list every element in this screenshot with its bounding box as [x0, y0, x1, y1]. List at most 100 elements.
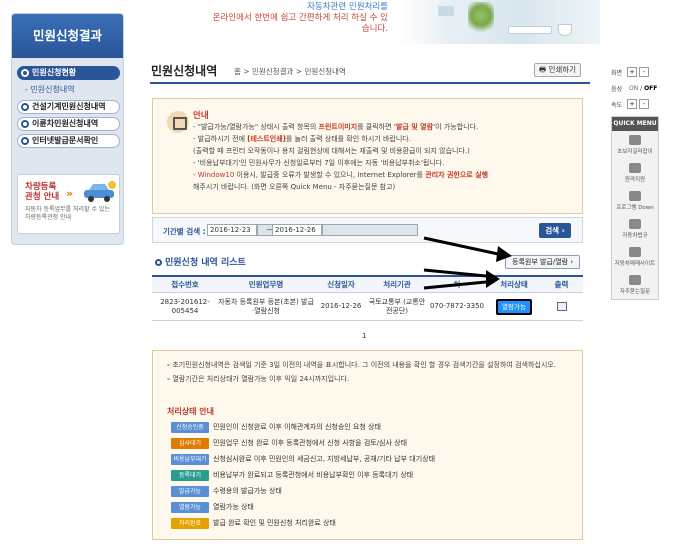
notice-text: 를 클릭하면 [357, 123, 394, 131]
guide-icon [629, 135, 641, 145]
speed-control: 속도 + - [611, 96, 661, 112]
sidebar-item-internet-document-check[interactable]: 인터넷발급문서확인 [17, 134, 120, 148]
sidebar-subitem-application-list[interactable]: - 민원신청내역 [17, 83, 120, 97]
status-description: 신청심사완료 이후 민원인의 세금신고, 지방세납부, 공채/기타 납부 대기상… [213, 455, 436, 463]
banner-line-2: 온라인에서 한번에 쉽고 간편하게 처리 하실 수 있습니다. [212, 13, 388, 34]
search-button[interactable]: 검색 › [539, 223, 571, 238]
column-header: 출력 [554, 280, 569, 289]
application-date: 2016-12-26 [320, 302, 362, 310]
list-title-label: 민원신청 내역 리스트 [165, 258, 246, 268]
pagination-current-page[interactable]: 1 [362, 332, 366, 340]
voice-label: 음성 [611, 85, 623, 93]
status-guide-row: 열람가능 열람가능 상태 [171, 499, 571, 515]
sidebar-item-label: 건설기계민원신청내역 [32, 102, 106, 111]
sidebar-item-construction-machinery[interactable]: 건설기계민원신청내역 [17, 100, 120, 114]
breadcrumb-item[interactable]: 민원신청결과 [252, 67, 293, 76]
notice-line: 해주시기 바랍니다. (화면 오른쪽 Quick Menu - 자주묻는질문 참… [193, 181, 578, 193]
notice-text: 이용시, 발급중 오류가 발생할 수 있으니, Internet Explore… [234, 171, 426, 179]
zoom-out-button[interactable]: - [639, 67, 649, 77]
notice-highlight: Window10 [197, 171, 235, 179]
download-icon [629, 191, 641, 201]
zoom-label: 화면 [611, 69, 623, 77]
car-banner-description: 자동차 등록업무를 처리할 수 있는 차량등록관청 안내 [25, 206, 110, 221]
sidebar-subitem-label: 민원신청내역 [30, 85, 75, 94]
status-description: 열람가능 상태 [213, 503, 254, 511]
info-lines: - 초기민원신청내역은 검색일 기준 3일 이전의 내역을 표시합니다. 그 이… [167, 359, 577, 385]
sidebar-item-motorcycle[interactable]: 이륜차민원신청내역 [17, 117, 120, 131]
bullet-icon [21, 103, 29, 111]
quick-item-faq[interactable]: 자주묻는질문 [612, 271, 658, 299]
status-guide-list: 신청승인중 민원인이 신청완료 이후 이해관계자의 신청승인 요청 상태 심사대기… [171, 419, 571, 531]
quick-item-beginner-guide[interactable]: 초보자길라잡이 [612, 131, 658, 159]
quick-item-label: 원격지원 [624, 177, 646, 183]
bullet-icon [21, 137, 29, 145]
notice-lines: - "발급가능/열람가능" 상태시 출력 항목의 프린트이미지를 클릭하면 '발… [193, 121, 578, 193]
car-banner-title: 차량등록 관청 안내 [25, 182, 59, 202]
calendar-icon[interactable] [322, 224, 418, 236]
speed-up-button[interactable]: + [627, 99, 637, 109]
zoom-control: 화면 + - [611, 64, 661, 80]
zoom-in-button[interactable]: + [627, 67, 637, 77]
status-info-box: - 초기민원신청내역은 검색일 기준 3일 이전의 내역을 표시합니다. 그 이… [152, 350, 583, 540]
quick-bar: 화면 + - 음성 ON / OFF 속도 + - QUICK MENU 초보자… [611, 64, 661, 316]
start-date-input[interactable]: 2016-12-23 [207, 224, 257, 236]
sidebar-item-label: 인터넷발급문서확인 [32, 136, 99, 145]
status-description: 비용납부가 완료되고 등록관청에서 비용납부확인 이후 등록대기 상태 [213, 471, 414, 479]
status-guide-row: 심사대기 민원업무 신청 완료 이후 등록관청에서 신청 사항을 검토/심사 상태 [171, 435, 571, 451]
notice-icon [167, 111, 189, 133]
status-description: 수령용의 발급가능 상태 [213, 487, 282, 495]
left-sidebar: 민원신청결과 민원신청현황 - 민원신청내역 건설기계민원신청내역 이륜차민원신… [11, 13, 124, 245]
print-page-button[interactable]: 🖶 인쇄하기 [534, 63, 582, 77]
speed-down-button[interactable]: - [639, 99, 649, 109]
voice-on-label: ON [629, 84, 639, 92]
car-registry-office-banner[interactable]: 차량등록 관청 안내 » 자동차 등록업무를 처리할 수 있는 차량등록관청 안… [17, 174, 120, 234]
remote-support-icon [629, 163, 641, 173]
task-name: 자동차 등록원부 등본(초본) 발급·열람신청 [218, 297, 314, 315]
bullet-icon [21, 120, 29, 128]
printer-icon[interactable] [556, 302, 567, 311]
notice-text: (출력할 때 프린터 오작동이나 용지 걸림현상에 대해서는 재출력 및 비용환… [193, 147, 470, 155]
breadcrumb: 홈 > 민원신청결과 > 민원신청내역 [234, 67, 346, 76]
status-description: 발급 완료 확인 및 민원신청 처리완료 상태 [213, 519, 336, 527]
status-guide-title: 처리상태 안내 [167, 407, 214, 416]
banner-box-image [438, 6, 454, 16]
info-text: 열람기간은 처리상태가 열람가능 이후 익일 24시까지입니다. [172, 375, 350, 383]
quick-item-label: 자동차법규 [622, 233, 648, 239]
end-date-input[interactable]: 2016-12-26 [272, 224, 322, 236]
notice-text: - 발급하시기 전에 [193, 135, 248, 143]
sidebar-menu: 민원신청현황 - 민원신청내역 건설기계민원신청내역 이륜차민원신청내역 인터넷… [17, 66, 120, 151]
quick-item-vehicle-trade-site[interactable]: 자동차매매사이트 [612, 243, 658, 271]
bullet-icon [21, 69, 29, 77]
breadcrumb-current: 민원신청내역 [304, 67, 346, 76]
notice-text: 를 눌러 출력 상태를 확인 하시기 바랍니다. [285, 135, 411, 143]
status-badge: 발급가능 [171, 485, 209, 497]
status-description: 민원인이 신청완료 이후 이해관계자의 신청승인 요청 상태 [213, 423, 381, 431]
annotation-arrows [423, 236, 512, 290]
voice-toggle[interactable]: ON / OFF [629, 85, 657, 92]
quick-item-remote-support[interactable]: 원격지원 [612, 159, 658, 187]
info-line: - 초기민원신청내역은 검색일 기준 3일 이전의 내역을 표시합니다. 그 이… [167, 359, 577, 371]
page-title: 민원신청내역 [151, 64, 218, 78]
column-header: 처리기관 [383, 280, 411, 289]
notice-text: 해주시기 바랍니다. (화면 오른쪽 Quick Menu - 자주묻는질문 참… [193, 183, 396, 191]
notice-line: - Window10 이용시, 발급중 오류가 발생할 수 있으니, Inter… [193, 169, 578, 181]
status-guide-row: 처리완료 발급 완료 확인 및 민원신청 처리완료 상태 [171, 515, 571, 531]
car-banner-title-line-2: 관청 안내 [25, 192, 60, 202]
notice-highlight: 프린트이미지 [318, 123, 358, 131]
quick-item-vehicle-law[interactable]: 자동차법규 [612, 215, 658, 243]
sidebar-item-application-status[interactable]: 민원신청현황 [17, 66, 120, 80]
info-line: - 열람기간은 처리상태가 열람가능 이후 익일 24시까지입니다. [167, 373, 577, 385]
quick-item-program-download[interactable]: 프로그램 Down [612, 187, 658, 215]
quick-item-label: 자동차매매사이트 [614, 261, 656, 267]
status-guide-row: 비용납부대기 신청심사완료 이후 민원인의 세금신고, 지방세납부, 공채/기타 … [171, 451, 571, 467]
notice-text: - '비용납부대기'인 민원사무가 신청일로부터 7일 이후에는 자동 '비용납… [193, 159, 445, 167]
period-search-label: 기간별 검색 : [163, 227, 206, 236]
notice-line: (출력할 때 프린터 오작동이나 용지 걸림현상에 대해서는 재출력 및 비용환… [193, 145, 578, 157]
breadcrumb-home[interactable]: 홈 [234, 67, 241, 76]
quick-item-label: 프로그램 Down [616, 205, 654, 211]
sidebar-item-label: 이륜차민원신청내역 [32, 119, 99, 128]
notice-box: 안내 - "발급가능/열람가능" 상태시 출력 항목의 프린트이미지를 클릭하면… [152, 98, 583, 214]
faq-icon [629, 275, 641, 285]
banner-image [398, 0, 600, 44]
notice-highlight: 관리자 권한으로 실행 [425, 171, 489, 179]
